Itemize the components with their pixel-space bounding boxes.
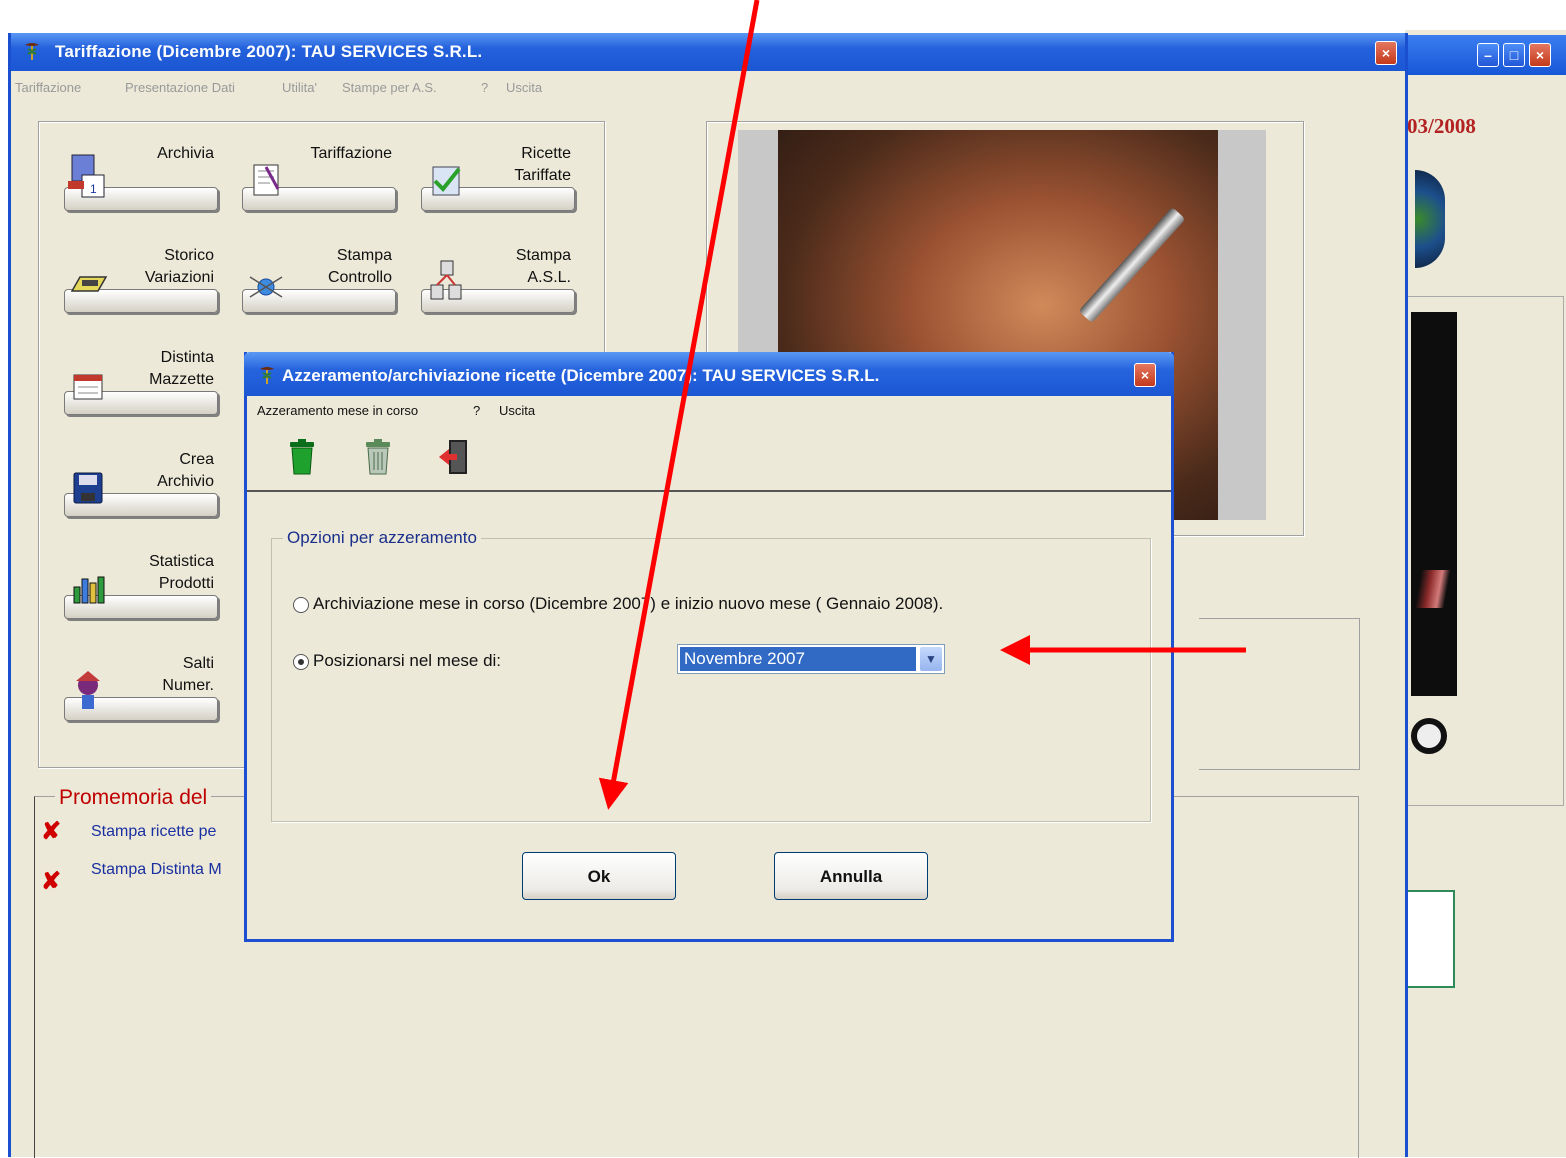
main-window-title: Tariffazione (Dicembre 2007): TAU SERVIC… <box>55 42 483 61</box>
tariffazione-label: Tariffazione <box>310 145 392 162</box>
ok-button[interactable]: Ok <box>522 852 676 900</box>
month-select-value: Novembre 2007 <box>680 647 916 671</box>
right-info-box <box>1199 618 1360 770</box>
svg-text:1: 1 <box>90 182 97 196</box>
dialog-title: Azzeramento/archiviazione ricette (Dicem… <box>282 366 880 385</box>
background-close-button[interactable]: × <box>1529 43 1551 67</box>
menu-utilita[interactable]: Utilita' <box>282 80 317 95</box>
background-window: – □ × 03/2008 <box>1405 30 1566 1157</box>
chevron-down-icon[interactable]: ▼ <box>920 647 942 671</box>
menu-uscita[interactable]: Uscita <box>499 403 535 418</box>
radio-archiviazione-label: Archiviazione mese in corso (Dicembre 20… <box>313 594 944 613</box>
red-x-icon: ✘ <box>41 818 62 845</box>
background-green-box <box>1405 890 1455 988</box>
statistica-prodotti-label: Statistica Prodotti <box>149 553 214 592</box>
background-dark-image <box>1411 312 1457 696</box>
crea-archivio-label: Crea Archivio <box>157 451 214 490</box>
menu-presentazione-dati[interactable]: Presentazione Dati <box>125 80 235 95</box>
background-ring-image <box>1411 718 1447 754</box>
bar-chart-icon <box>73 576 105 604</box>
menu-help[interactable]: ? <box>481 80 488 95</box>
dialog-titlebar: Azzeramento/archiviazione ricette (Dicem… <box>244 352 1174 396</box>
crea-archivio-button[interactable]: Crea Archivio <box>64 449 224 549</box>
background-red-streak <box>1411 570 1457 608</box>
document-pen-icon <box>253 164 280 196</box>
radio-posizionarsi[interactable] <box>293 654 309 670</box>
archivia-button[interactable]: Archivia 1 <box>64 143 224 243</box>
menu-tariffazione[interactable]: Tariffazione <box>15 80 81 95</box>
tariffazione-button[interactable]: Tariffazione <box>242 143 402 243</box>
memo-item[interactable]: Stampa ricette pe <box>91 823 216 841</box>
salti-numer-button[interactable]: Salti Numer. <box>64 653 224 753</box>
archivia-label: Archivia <box>157 145 214 162</box>
statistica-prodotti-button[interactable]: Statistica Prodotti <box>64 551 224 651</box>
main-close-button[interactable]: × <box>1375 41 1397 65</box>
calendar-sheet-icon <box>73 374 103 400</box>
distinta-mazzette-button[interactable]: Distinta Mazzette <box>64 347 224 447</box>
month-select[interactable]: Novembre 2007 ▼ <box>677 644 945 674</box>
red-x-icon: ✘ <box>41 868 62 895</box>
caduceus-icon <box>25 43 39 60</box>
radio-archiviazione[interactable] <box>293 597 309 613</box>
ricette-tariffate-label: Ricette Tariffate <box>514 145 571 184</box>
stampa-asl-label: Stampa A.S.L. <box>515 247 571 286</box>
salti-numer-label: Salti Numer. <box>162 655 214 694</box>
distinta-mazzette-label: Distinta Mazzette <box>149 349 214 388</box>
globe-image <box>1415 170 1445 268</box>
dialog-close-button[interactable]: × <box>1134 363 1156 387</box>
cancel-button[interactable]: Annulla <box>774 852 928 900</box>
background-date-text: 03/2008 <box>1407 114 1476 138</box>
exit-door-icon[interactable] <box>437 438 471 476</box>
maximize-button[interactable]: □ <box>1503 43 1525 67</box>
azzeramento-dialog: Azzeramento/archiviazione ricette (Dicem… <box>244 352 1174 942</box>
caduceus-icon <box>260 367 274 384</box>
storico-variazioni-label: Storico Variazioni <box>144 247 214 286</box>
options-group-title: Opzioni per azzeramento <box>283 528 481 548</box>
memo-title: Promemoria del <box>55 786 212 810</box>
main-window-titlebar: Tariffazione (Dicembre 2007): TAU SERVIC… <box>11 33 1405 71</box>
menu-azzeramento-mese[interactable]: Azzeramento mese in corso <box>257 403 418 418</box>
radio-posizionarsi-label: Posizionarsi nel mese di: <box>313 651 502 670</box>
storico-variazioni-button[interactable]: Storico Variazioni <box>64 245 224 345</box>
calendar-icon: 1 <box>68 154 105 198</box>
ricette-tariffate-button[interactable]: Ricette Tariffate <box>421 143 581 243</box>
menu-uscita[interactable]: Uscita <box>506 80 542 95</box>
grey-trash-icon[interactable] <box>361 438 395 476</box>
floppy-disk-icon <box>73 472 103 504</box>
stampa-controllo-label: Stampa Controllo <box>327 247 392 286</box>
network-icon <box>249 276 283 298</box>
green-trash-icon[interactable] <box>285 438 319 476</box>
database-network-icon <box>430 260 462 300</box>
dialog-toolbar <box>247 424 1171 492</box>
menu-stampe-as[interactable]: Stampe per A.S. <box>342 80 437 95</box>
memo-item[interactable]: Stampa Distinta M <box>91 861 222 879</box>
minimize-button[interactable]: – <box>1477 43 1499 67</box>
stampa-controllo-button[interactable]: Stampa Controllo <box>242 245 402 345</box>
ticket-icon <box>70 276 108 292</box>
stampa-asl-button[interactable]: Stampa A.S.L. <box>421 245 581 345</box>
checked-documents-icon <box>432 166 461 196</box>
options-groupbox <box>271 538 1151 822</box>
main-menubar: Tariffazione Presentazione Dati Utilita'… <box>11 71 1405 101</box>
menu-help[interactable]: ? <box>473 403 480 418</box>
dialog-menubar: Azzeramento mese in corso ? Uscita <box>247 396 1171 424</box>
jester-icon <box>76 671 100 709</box>
